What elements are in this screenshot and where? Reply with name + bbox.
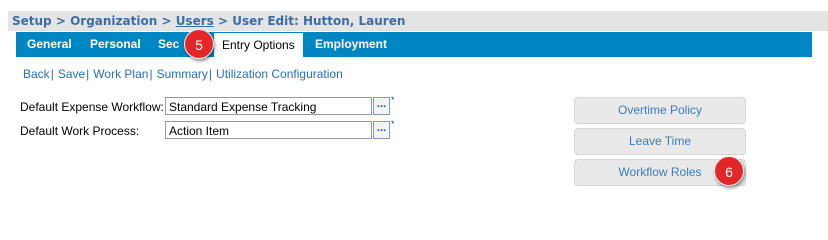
save-link[interactable]: Save (58, 67, 85, 81)
sub-navigation: Back| Save| Work Plan| Summary| Utilization … (23, 67, 343, 81)
overtime-policy-button[interactable]: Overtime Policy (574, 97, 746, 124)
breadcrumb-users[interactable]: Users (176, 14, 214, 28)
work-process-label: Default Work Process: (20, 124, 140, 138)
tab-bar: General Personal Sec Entry Options Emplo… (16, 32, 812, 57)
breadcrumb-separator: > (157, 14, 176, 28)
tab-entry-options[interactable]: Entry Options (214, 33, 303, 57)
tab-general[interactable]: General (27, 32, 72, 57)
breadcrumb-separator: > (51, 14, 71, 28)
subnav-separator: | (149, 67, 153, 81)
utilization-configuration-link[interactable]: Utilization Configuration (216, 67, 343, 81)
work-plan-link[interactable]: Work Plan (93, 67, 148, 81)
required-asterisk: * (391, 119, 395, 129)
subnav-separator: | (50, 67, 54, 81)
subnav-separator: | (208, 67, 213, 81)
breadcrumb-organization[interactable]: Organization (70, 14, 157, 28)
expense-workflow-label: Default Expense Workflow: (20, 100, 164, 114)
breadcrumb-separator: > (213, 14, 233, 28)
step-badge-5: 5 (184, 29, 214, 59)
subnav-separator: | (86, 67, 90, 81)
step-badge-6: 6 (714, 156, 744, 186)
breadcrumb-bar: Setup > Organization > Users > User Edit… (8, 11, 828, 31)
work-process-lookup-button[interactable]: ... (373, 121, 390, 139)
breadcrumb-current: User Edit: Hutton, Lauren (232, 14, 406, 28)
tab-personal[interactable]: Personal (90, 32, 141, 57)
leave-time-button[interactable]: Leave Time (574, 128, 746, 155)
expense-workflow-field[interactable]: Standard Expense Tracking (165, 97, 372, 115)
summary-link[interactable]: Summary (157, 67, 208, 81)
tab-security[interactable]: Sec (158, 32, 179, 57)
back-link[interactable]: Back (23, 67, 50, 81)
required-asterisk: * (391, 95, 395, 105)
breadcrumb-setup[interactable]: Setup (12, 14, 52, 28)
breadcrumb: Setup > Organization > Users > User Edit… (12, 14, 405, 28)
tab-employment[interactable]: Employment (315, 32, 387, 57)
expense-workflow-lookup-button[interactable]: ... (373, 97, 390, 115)
work-process-field[interactable]: Action Item (165, 121, 372, 139)
